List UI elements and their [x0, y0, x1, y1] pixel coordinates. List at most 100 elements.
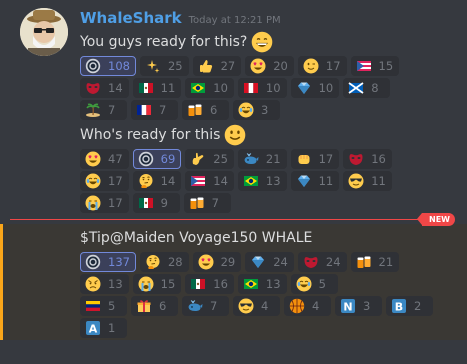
reaction-button-beers[interactable]: 7	[183, 193, 231, 213]
svg-text:N: N	[343, 301, 352, 314]
gift-icon	[137, 300, 151, 312]
reaction-button-whale[interactable]: 7	[182, 296, 229, 316]
reaction-button-flag-pr[interactable]: 14	[185, 171, 234, 191]
reaction-button-sunglasses[interactable]: 11	[343, 171, 392, 191]
reaction-count: 4	[261, 299, 269, 313]
reaction-button-heart-eyes[interactable]: 29	[192, 252, 242, 272]
gem-icon	[252, 256, 265, 268]
reaction-button-flag-pe[interactable]: 10	[237, 78, 287, 98]
reaction-button-coin[interactable]: 69	[132, 149, 182, 169]
call-me-icon	[192, 152, 204, 165]
reaction-button-gem[interactable]: 10	[290, 78, 340, 98]
reaction-count: 9	[160, 196, 168, 210]
reaction-row: 17 9 7	[80, 193, 235, 213]
reaction-count: 11	[160, 81, 176, 95]
reaction-button-gem[interactable]: 24	[245, 252, 294, 272]
reaction-button-sob[interactable]: 17	[80, 193, 129, 213]
mask-icon	[349, 154, 363, 165]
whale-icon	[244, 153, 259, 164]
reaction-row: 47 69 25 21 17 16	[80, 149, 396, 169]
reaction-count: 14	[213, 174, 228, 188]
reaction-row: 13 15 16 13 5	[80, 274, 342, 294]
reaction-button-flag-mx[interactable]: 16	[185, 274, 234, 294]
reaction-button-mask[interactable]: 16	[343, 149, 392, 169]
reaction-count: 3	[261, 103, 269, 117]
reaction-button-flag-br[interactable]: 10	[185, 78, 234, 98]
reaction-button-mask[interactable]: 14	[80, 78, 129, 98]
reaction-button-sob[interactable]: 15	[132, 274, 182, 294]
message-text-1: You guys ready for this?	[80, 31, 273, 53]
wink-icon	[303, 58, 319, 74]
reaction-button-flag-br[interactable]: 13	[237, 274, 287, 294]
reaction-count: 4	[312, 299, 320, 313]
reaction-button-island[interactable]: 7	[80, 100, 127, 120]
reaction-button-thumbsup[interactable]: 27	[192, 56, 242, 76]
mask-icon	[86, 83, 100, 94]
reaction-button-coin[interactable]: 108	[80, 56, 136, 76]
thinking-icon	[146, 255, 160, 269]
slight-smile-emoji-icon	[225, 124, 246, 146]
reaction-count: 13	[265, 174, 281, 188]
reaction-button-letter-b[interactable]: B2	[386, 296, 433, 316]
reaction-button-flag-fr[interactable]: 7	[131, 100, 178, 120]
message-text-2: Who's ready for this	[80, 124, 246, 146]
reaction-button-flag-mx[interactable]: 11	[132, 78, 182, 98]
reaction-button-coin[interactable]: 137	[80, 252, 136, 272]
reaction-button-flag-mx[interactable]: 9	[132, 193, 180, 213]
reaction-button-flag-scotland[interactable]: 8	[343, 78, 391, 98]
reaction-button-sparkles[interactable]: 25	[139, 56, 189, 76]
reaction-button-wink[interactable]: 17	[297, 56, 347, 76]
reaction-button-whale[interactable]: 21	[237, 149, 287, 169]
reaction-button-flag-pr[interactable]: 15	[350, 56, 400, 76]
reaction-button-gift[interactable]: 6	[131, 296, 178, 316]
reaction-button-joy[interactable]: 3	[233, 100, 280, 120]
reaction-count: 14	[160, 174, 176, 188]
reaction-button-fist[interactable]: 17	[290, 149, 340, 169]
user-mention[interactable]: @Maiden Voyage	[110, 230, 231, 246]
reaction-button-angry[interactable]: 13	[80, 274, 129, 294]
flag-br-icon	[243, 279, 258, 289]
letter-n-icon: N	[341, 299, 355, 314]
reaction-count: 17	[325, 59, 341, 73]
reaction-button-flag-br[interactable]: 13	[237, 171, 287, 191]
flag-br-icon	[191, 83, 206, 93]
reaction-button-heart-eyes[interactable]: 47	[80, 149, 129, 169]
reaction-button-call-me[interactable]: 25	[185, 149, 234, 169]
new-messages-badge: NEW	[417, 213, 455, 226]
reaction-count: 13	[265, 277, 281, 291]
username[interactable]: WhaleShark	[80, 9, 182, 27]
reaction-row: A1	[80, 318, 131, 338]
joy-icon	[296, 276, 312, 292]
gem-icon	[297, 82, 310, 94]
message-content: You guys ready for this?	[80, 34, 248, 50]
coin-icon	[85, 254, 101, 270]
reaction-count: 15	[160, 277, 176, 291]
reaction-row: 14 11 10 10 10 8	[80, 78, 394, 98]
reaction-count: 7	[210, 299, 218, 313]
reaction-button-thinking[interactable]: 28	[139, 252, 189, 272]
flag-pr-icon	[191, 176, 206, 186]
reaction-button-letter-n[interactable]: N3	[335, 296, 382, 316]
reaction-count: 108	[108, 59, 130, 73]
reaction-count: 3	[363, 299, 371, 313]
reaction-button-sunglasses[interactable]: 4	[233, 296, 280, 316]
reaction-button-beers[interactable]: 21	[350, 252, 400, 272]
reaction-count: 14	[108, 81, 123, 95]
reaction-button-gem[interactable]: 11	[290, 171, 340, 191]
sparkles-icon	[146, 60, 160, 73]
reaction-button-joy[interactable]: 5	[290, 274, 338, 294]
reaction-button-basketball[interactable]: 4	[284, 296, 331, 316]
reaction-button-heart-eyes[interactable]: 20	[245, 56, 294, 76]
sob-icon	[85, 195, 101, 211]
user-avatar[interactable]	[20, 8, 68, 56]
reaction-button-letter-a[interactable]: A1	[80, 318, 127, 338]
reaction-button-flag-ve[interactable]: 5	[80, 296, 127, 316]
mention-highlight-bar	[0, 224, 3, 340]
heart-eyes-icon	[250, 58, 266, 74]
reaction-button-beers[interactable]: 6	[182, 100, 229, 120]
reaction-button-joy[interactable]: 17	[80, 171, 129, 191]
reaction-button-mask[interactable]: 24	[297, 252, 347, 272]
basketball-icon	[289, 298, 305, 314]
reaction-count: 7	[159, 103, 167, 117]
reaction-button-thinking[interactable]: 14	[132, 171, 182, 191]
